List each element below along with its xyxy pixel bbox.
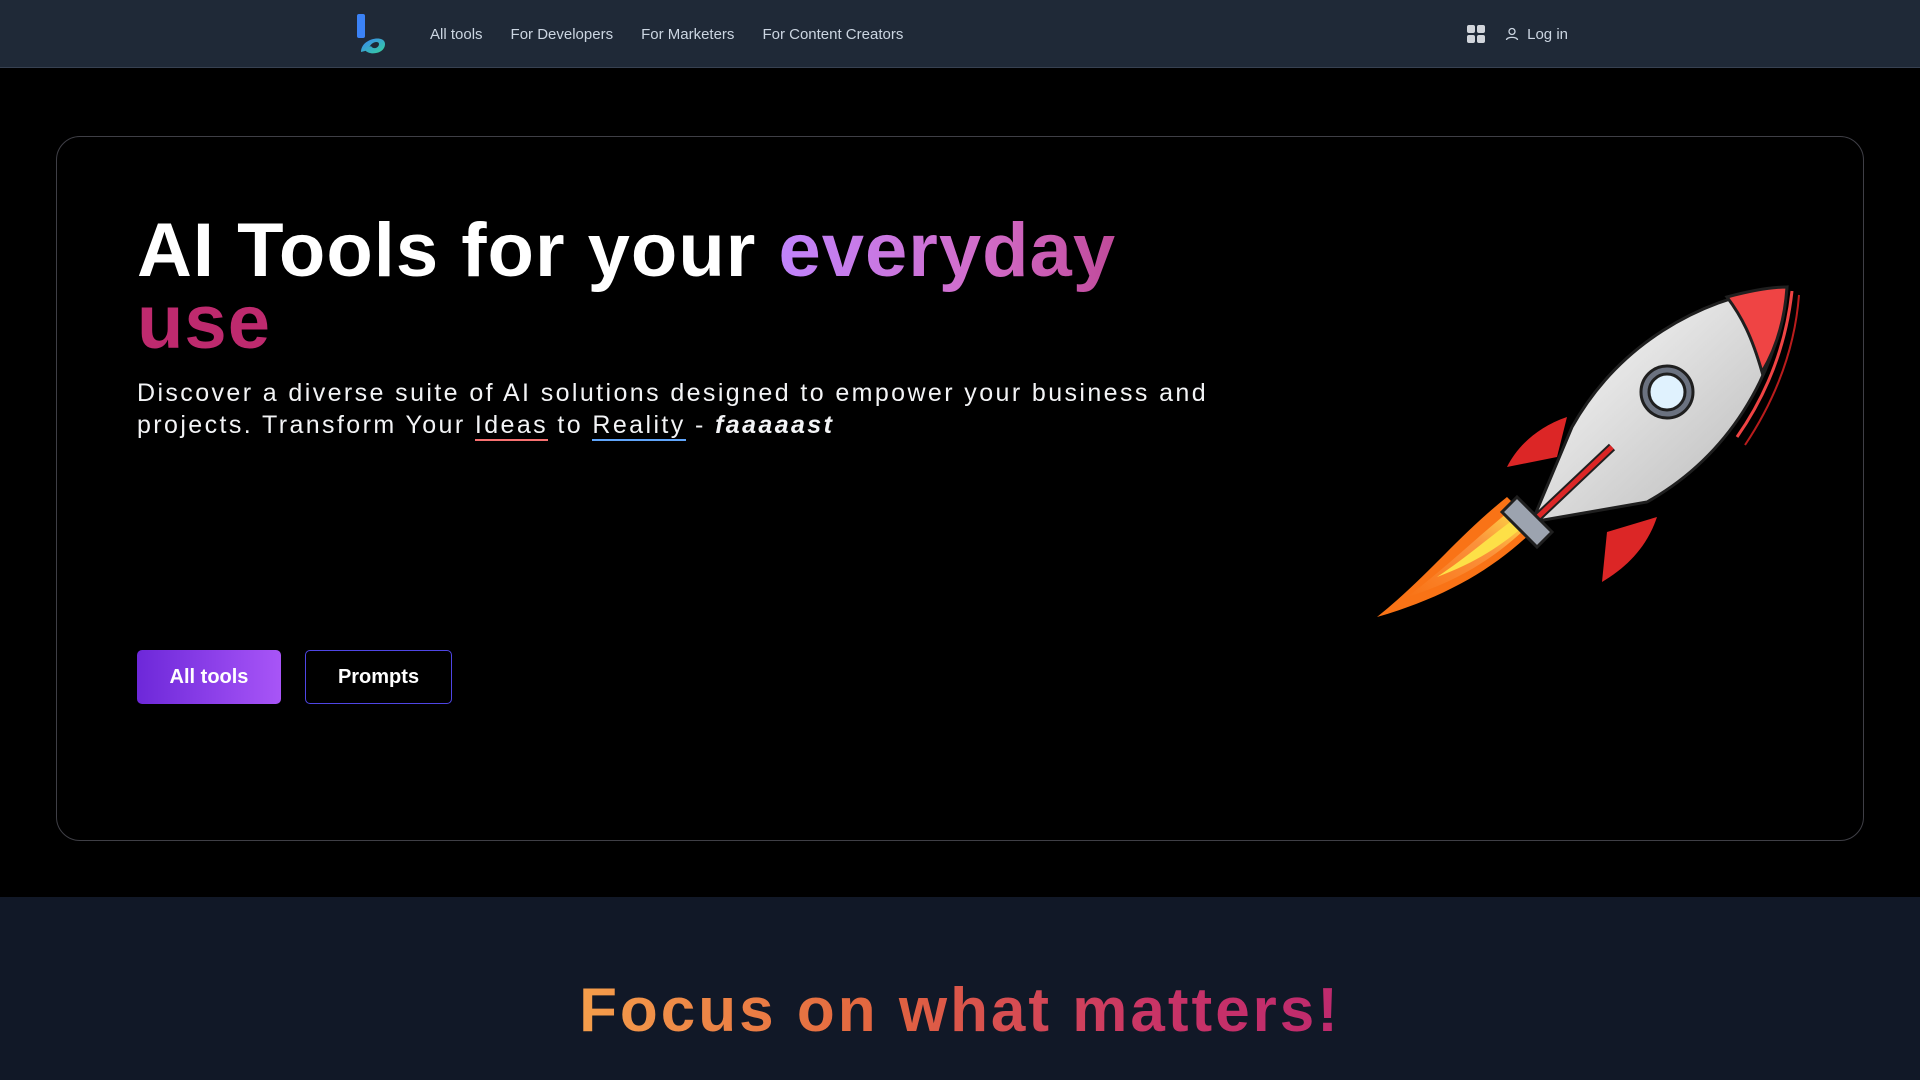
focus-section-title-text: Focus on what matters! xyxy=(579,976,1341,1045)
header-actions: Log in xyxy=(1467,0,1568,68)
nav-for-content-creators[interactable]: For Content Creators xyxy=(762,26,903,43)
hero-description: Discover a diverse suite of AI solutions… xyxy=(137,377,1297,441)
nav-for-developers[interactable]: For Developers xyxy=(511,26,614,43)
hero-desc-ideas: Ideas xyxy=(474,411,549,441)
main-nav: All tools For Developers For Marketers F… xyxy=(430,0,903,68)
hero-title-highlight-use: use xyxy=(137,280,271,365)
prompts-button[interactable]: Prompts xyxy=(305,650,452,704)
hero-desc-reality: Reality xyxy=(592,411,686,441)
all-tools-button[interactable]: All tools xyxy=(137,650,281,704)
hero-title-highlight-everyday: everyday xyxy=(778,208,1117,293)
nav-all-tools[interactable]: All tools xyxy=(430,26,483,43)
logo-b-icon[interactable] xyxy=(355,12,389,56)
hero-title: AI Tools for your everyday use xyxy=(137,213,1237,361)
top-nav-bar: All tools For Developers For Marketers F… xyxy=(0,0,1920,68)
hero-card: AI Tools for your everyday use Discover … xyxy=(56,136,1864,841)
hero-desc-dash: - xyxy=(685,411,716,439)
apps-grid-icon[interactable] xyxy=(1467,25,1486,43)
login-label: Log in xyxy=(1527,25,1568,43)
user-icon xyxy=(1505,27,1519,41)
focus-section: Focus on what matters! xyxy=(0,897,1920,1080)
hero-desc-to: to xyxy=(548,411,593,439)
focus-section-title: Focus on what matters! xyxy=(0,975,1920,1046)
hero-desc-fast: faaaaast xyxy=(715,411,835,439)
rocket-illustration xyxy=(1377,285,1800,617)
nav-for-marketers[interactable]: For Marketers xyxy=(641,26,734,43)
hero-buttons: All tools Prompts xyxy=(137,650,452,704)
login-link[interactable]: Log in xyxy=(1505,26,1568,43)
